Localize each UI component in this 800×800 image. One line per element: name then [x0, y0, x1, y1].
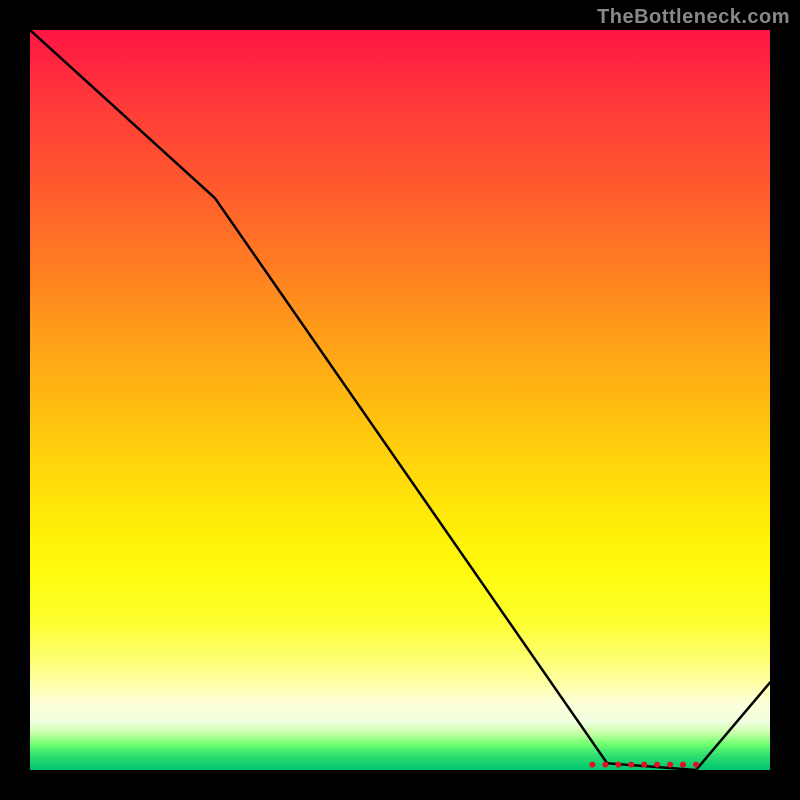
marker-dot [693, 762, 699, 768]
marker-cluster [589, 762, 699, 768]
bottleneck-curve-line [30, 30, 770, 770]
marker-dot [680, 762, 686, 768]
marker-dot [615, 762, 621, 768]
plot-area [30, 30, 770, 770]
watermark-text: TheBottleneck.com [597, 6, 790, 29]
marker-dot [654, 762, 660, 768]
line-overlay [30, 30, 770, 770]
marker-dot [667, 762, 673, 768]
marker-dot [602, 762, 608, 768]
chart-container: TheBottleneck.com [0, 0, 800, 800]
marker-dot [628, 762, 634, 768]
marker-dot [641, 762, 647, 768]
marker-dot [589, 762, 595, 768]
